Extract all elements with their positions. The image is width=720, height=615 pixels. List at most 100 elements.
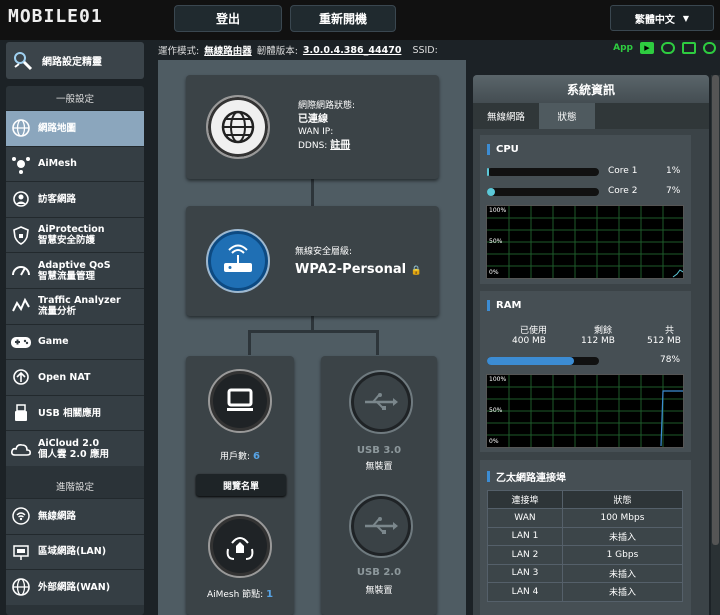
security-level-label: 無線安全層級: bbox=[295, 247, 353, 257]
ram-title: RAM bbox=[487, 300, 521, 311]
clients-icon bbox=[208, 369, 272, 433]
ssid-label: SSID: bbox=[412, 44, 438, 56]
ram-graph-label-100: 100% bbox=[489, 376, 507, 383]
sidebar-item-aicloud[interactable]: AiCloud 2.0 個人雲 2.0 應用 bbox=[6, 430, 144, 466]
network-status-icon[interactable] bbox=[661, 42, 675, 54]
sidebar-item-label-line1: AiProtection bbox=[38, 224, 105, 236]
port-status: 未插入 bbox=[561, 582, 684, 602]
security-value-row: WPA2-Personal 🔒 bbox=[295, 263, 422, 278]
sidebar-item-usb-apps[interactable]: USB 相關應用 bbox=[6, 394, 144, 431]
sidebar-item-guest-network[interactable]: 訪客網路 bbox=[6, 181, 144, 217]
quick-setup-wizard-button[interactable]: 網路設定精靈 bbox=[6, 42, 144, 79]
ram-usage-bar bbox=[487, 357, 599, 365]
ram-percent: 78% bbox=[660, 355, 681, 365]
language-select[interactable]: 繁體中文 ▼ bbox=[610, 5, 714, 31]
usb-card[interactable]: USB 3.0 無裝置 USB 2.0 無裝置 bbox=[321, 356, 437, 615]
connector-line bbox=[311, 178, 314, 208]
globe-icon bbox=[10, 117, 32, 139]
tab-status[interactable]: 狀態 bbox=[539, 103, 595, 129]
sidebar-item-label-line2: 流量分析 bbox=[38, 306, 77, 318]
usb2-status: 無裝置 bbox=[365, 586, 393, 596]
clients-card[interactable]: 用戶數: 6 閱覽名單 AiMesh 節點: 1 bbox=[186, 356, 294, 615]
core1-usage-fill bbox=[487, 168, 490, 176]
sidebar-item-label: Open NAT bbox=[38, 371, 91, 383]
internet-status-label: 網際網路狀態: bbox=[298, 101, 356, 111]
nat-icon bbox=[10, 366, 32, 388]
ram-title-text: RAM bbox=[496, 300, 522, 311]
internet-status-card[interactable]: 網際網路狀態: 已連線 WAN IP: DDNS: 註冊 bbox=[186, 75, 439, 179]
sidebar-item-label-line2: 個人雲 2.0 應用 bbox=[38, 448, 109, 460]
sidebar-item-label: 網路地圖 bbox=[38, 122, 77, 134]
logo: MOBILE01 bbox=[8, 6, 103, 27]
cpu-usage-graph: 100% 50% 0% bbox=[486, 205, 684, 279]
sidebar-item-label: 訪客網路 bbox=[38, 193, 77, 205]
network-map: 網際網路狀態: 已連線 WAN IP: DDNS: 註冊 無線安全層級: WPA… bbox=[158, 60, 466, 615]
sidebar-item-game[interactable]: Game bbox=[6, 323, 144, 360]
system-info-title: 系統資訊 bbox=[473, 75, 709, 103]
logout-button[interactable]: 登出 bbox=[174, 5, 282, 32]
chevron-down-icon: ▼ bbox=[682, 13, 690, 23]
ram-total-label: 共 bbox=[665, 326, 675, 336]
firmware-link[interactable]: 3.0.0.4.386_44470 bbox=[303, 45, 402, 56]
ethernet-title: 乙太網路連接埠 bbox=[487, 469, 566, 484]
clients-status-icon[interactable] bbox=[682, 42, 696, 54]
sidebar-item-label-line1: Adaptive QoS bbox=[38, 259, 111, 271]
mesh-icon bbox=[10, 153, 32, 175]
usb2-label: USB 2.0 bbox=[356, 567, 402, 578]
port-name: LAN 3 bbox=[487, 563, 563, 583]
sidebar-item-label-line1: Traffic Analyzer bbox=[38, 295, 121, 307]
sidebar-item-wan[interactable]: 外部網路(WAN) bbox=[6, 569, 144, 605]
port-name: LAN 1 bbox=[487, 526, 563, 546]
general-settings-section: 一般設定 網路地圖 AiMesh 訪客網路 AiProtection 智慧安全防護… bbox=[6, 86, 144, 480]
table-header-row: 連接埠 狀態 bbox=[487, 490, 684, 509]
port-name: LAN 2 bbox=[487, 545, 563, 565]
table-row: WAN 100 Mbps bbox=[487, 508, 684, 528]
ram-panel: RAM 已使用 剩餘 共 400 MB 112 MB 512 MB 78% 10… bbox=[480, 291, 691, 452]
cpu-graph-label-50: 50% bbox=[489, 238, 503, 245]
aimesh-nodes-value[interactable]: 1 bbox=[266, 589, 273, 600]
core2-label: Core 2 bbox=[608, 186, 638, 196]
qos-icon bbox=[10, 260, 32, 282]
sidebar-item-aimesh[interactable]: AiMesh bbox=[6, 145, 144, 182]
connector-line bbox=[376, 330, 379, 355]
reboot-button[interactable]: 重新開機 bbox=[290, 5, 396, 32]
usb-status-icon[interactable] bbox=[703, 42, 716, 54]
sidebar-item-label: AiProtection 智慧安全防護 bbox=[38, 224, 105, 246]
core2-percent: 7% bbox=[666, 186, 681, 196]
table-row: LAN 21 Gbps bbox=[487, 545, 684, 565]
view-list-button[interactable]: 閱覽名單 bbox=[196, 474, 286, 496]
cpu-title-marker bbox=[487, 144, 490, 155]
sidebar-item-traffic-analyzer[interactable]: Traffic Analyzer 流量分析 bbox=[6, 287, 144, 324]
system-info-scrollbar[interactable] bbox=[711, 75, 720, 615]
cpu-graph-label-0: 0% bbox=[489, 269, 499, 276]
router-info: 無線安全層級: WPA2-Personal 🔒 bbox=[295, 246, 422, 278]
connector-line bbox=[311, 315, 314, 330]
wifi-icon bbox=[10, 505, 32, 527]
core2-usage-fill bbox=[487, 188, 495, 196]
cpu-graph-grid bbox=[487, 206, 683, 278]
system-info-tabs: 無線網路 狀態 bbox=[473, 103, 709, 129]
router-card[interactable]: 無線安全層級: WPA2-Personal 🔒 bbox=[186, 206, 439, 316]
scrollbar-thumb[interactable] bbox=[712, 75, 719, 545]
cloud-icon bbox=[10, 438, 32, 460]
sidebar-item-lan[interactable]: 區域網路(LAN) bbox=[6, 533, 144, 570]
globe-icon bbox=[206, 95, 270, 159]
sidebar-item-adaptive-qos[interactable]: Adaptive QoS 智慧流量管理 bbox=[6, 252, 144, 288]
sidebar-item-network-map[interactable]: 網路地圖 bbox=[6, 110, 144, 146]
table-row: LAN 1 未插入 bbox=[487, 526, 684, 546]
app-play-icon[interactable]: ▶ bbox=[640, 42, 654, 54]
app-label[interactable]: App bbox=[613, 43, 633, 53]
ram-used-label: 已使用 bbox=[520, 326, 548, 336]
sidebar-item-aiprotection[interactable]: AiProtection 智慧安全防護 bbox=[6, 216, 144, 253]
tab-wireless[interactable]: 無線網路 bbox=[473, 103, 539, 129]
clients-count-value[interactable]: 6 bbox=[253, 451, 260, 462]
sidebar-item-open-nat[interactable]: Open NAT bbox=[6, 359, 144, 395]
ddns-register-link[interactable]: 註冊 bbox=[330, 140, 350, 151]
sidebar-item-wireless[interactable]: 無線網路 bbox=[6, 498, 144, 534]
firmware-label: 韌體版本: bbox=[256, 46, 298, 57]
mode-link[interactable]: 無線路由器 bbox=[204, 43, 252, 57]
table-row: LAN 4 未插入 bbox=[487, 582, 684, 602]
core1-label: Core 1 bbox=[608, 166, 638, 176]
status-column-header: 狀態 bbox=[561, 490, 684, 509]
core1-percent: 1% bbox=[666, 166, 681, 176]
